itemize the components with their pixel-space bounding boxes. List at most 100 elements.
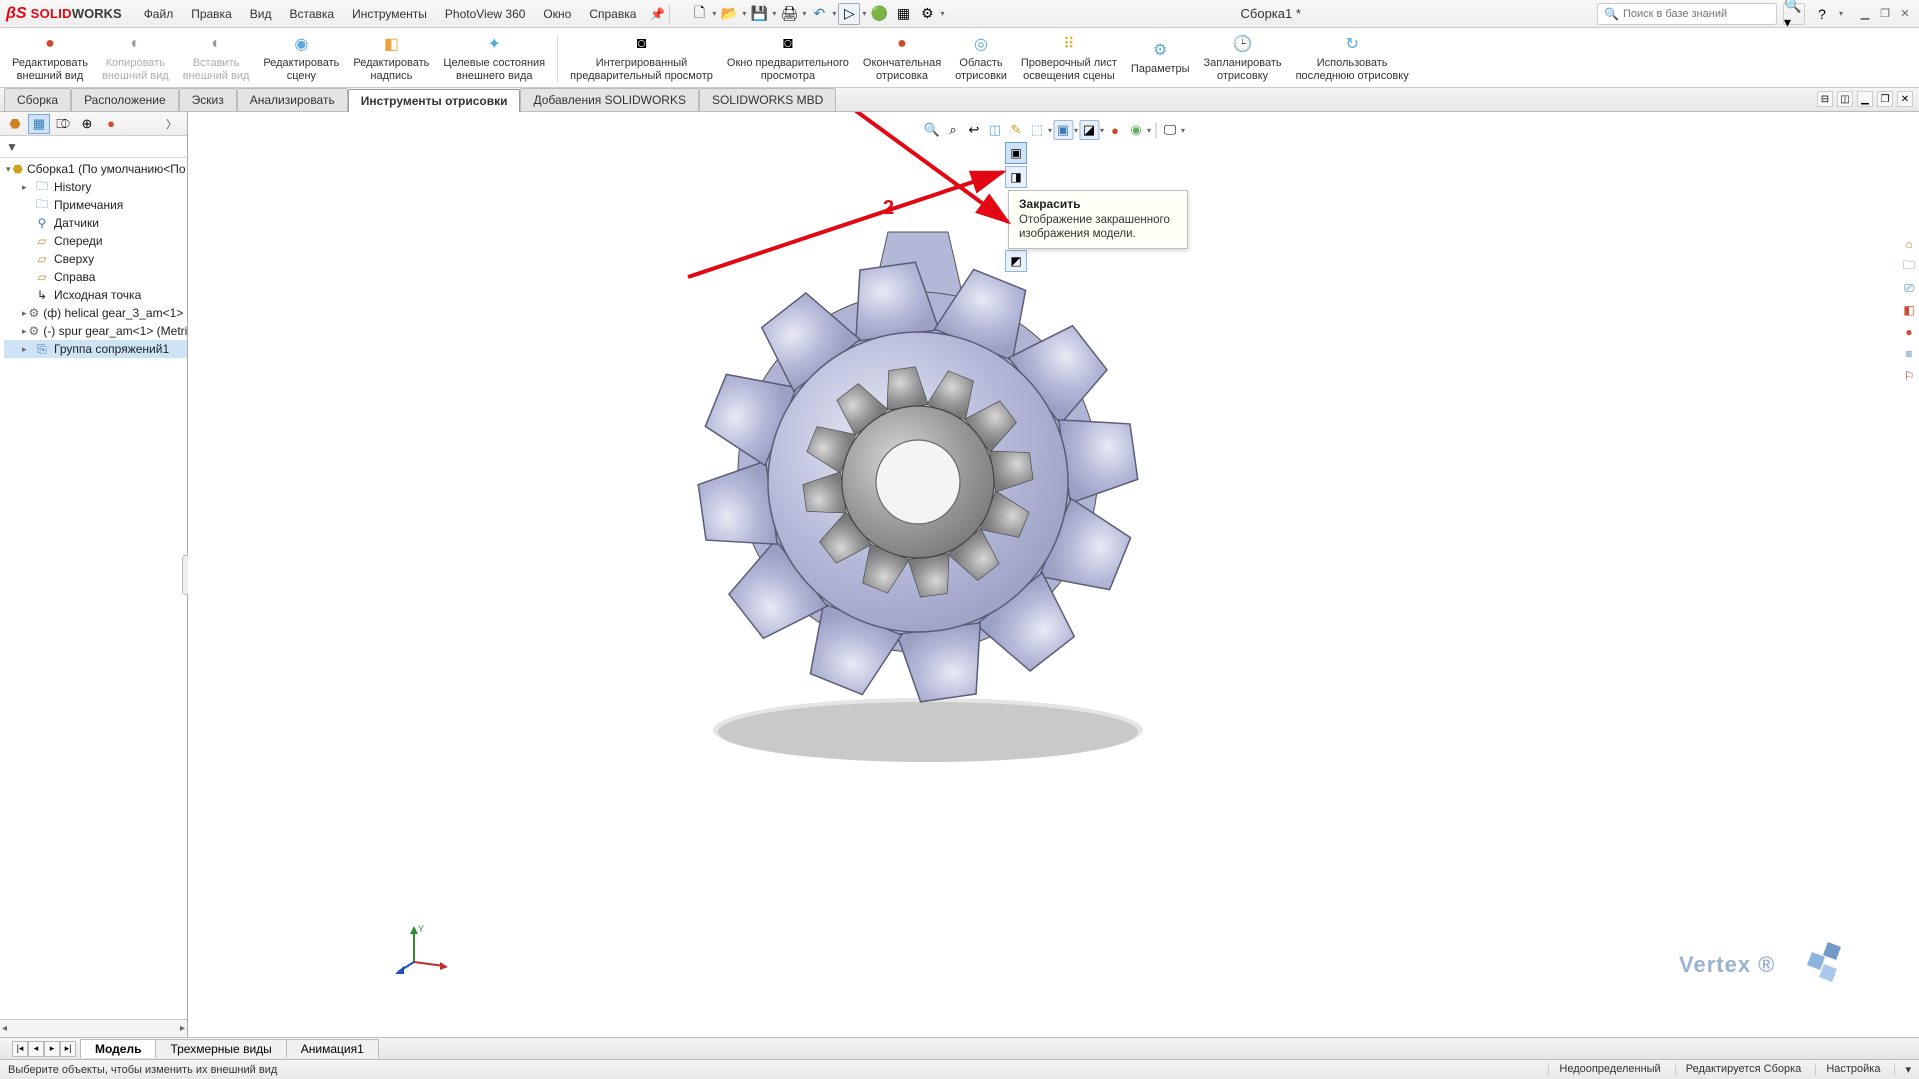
doc-ctrl-2-icon[interactable]: ◫ [1837, 91, 1853, 107]
tab-mbd[interactable]: SOLIDWORKS MBD [699, 88, 836, 111]
menu-help[interactable]: Справка [581, 3, 644, 25]
display-style-icon[interactable]: ▣ [1053, 120, 1073, 140]
tree-item-helical-gear[interactable]: ▸⚙(ф) helical gear_3_am<1> (Metric) [4, 304, 187, 322]
tree-item-label: (-) spur gear_am<1> (Metric) [43, 324, 187, 338]
bottom-tab-3d-views[interactable]: Трехмерные виды [155, 1039, 286, 1058]
tree-item-top[interactable]: ▱Сверху [4, 250, 187, 268]
menu-photoview[interactable]: PhotoView 360 [437, 3, 534, 25]
scene-icon[interactable]: ◉ [1126, 120, 1146, 140]
ribbon-integrated-preview[interactable]: ◙Интегрированный предварительный просмот… [564, 31, 719, 84]
ribbon-edit-scene[interactable]: ◉Редактировать сцену [257, 31, 345, 84]
open-icon[interactable]: 📂 [718, 3, 740, 25]
rebuild-icon[interactable]: 🟢 [868, 3, 890, 25]
tree-item-sensors[interactable]: ⚲Датчики [4, 214, 187, 232]
bottom-tab-animation1[interactable]: Анимация1 [286, 1039, 379, 1058]
taskpane-explorer-icon[interactable]: ⎚ [1899, 278, 1919, 298]
view-orient-icon[interactable]: ⬚ [1027, 120, 1047, 140]
ribbon-edit-appearance[interactable]: ●Редактировать внешний вид [6, 31, 94, 84]
tab-nav-last-icon[interactable]: ▸| [60, 1041, 76, 1057]
tree-item-right[interactable]: ▱Справа [4, 268, 187, 286]
graphics-viewport[interactable]: 🔍 ⌕ ↩ ◫ ✎ ⬚▾ ▣▾ ◪▾ ● ◉▾ 🖵▾ ▣ ◨ ◩ Закраси… [188, 112, 1919, 1037]
menu-view[interactable]: Вид [242, 3, 280, 25]
search-input[interactable] [1623, 8, 1770, 20]
tree-item-front[interactable]: ▱Спереди [4, 232, 187, 250]
ribbon-reuse-last-render[interactable]: ↻Использовать последнюю отрисовку [1290, 31, 1415, 84]
help-icon[interactable]: ? [1811, 3, 1833, 25]
tab-sketch[interactable]: Эскиз [179, 88, 237, 111]
tree-item-annotations[interactable]: 🗀Примечания [4, 196, 187, 214]
taskpane-appearance-icon[interactable]: ● [1899, 322, 1919, 342]
expand-arrow-icon[interactable]: 〉 [160, 114, 183, 134]
pin-icon[interactable]: 📌 [650, 7, 665, 21]
menu-window[interactable]: Окно [535, 3, 579, 25]
menu-tools[interactable]: Инструменты [344, 3, 435, 25]
tab-nav-first-icon[interactable]: |◂ [12, 1041, 28, 1057]
new-icon[interactable]: 🗋 [688, 3, 710, 25]
doc-ctrl-1-icon[interactable]: ⊟ [1817, 91, 1833, 107]
menu-file[interactable]: Файл [136, 3, 182, 25]
ribbon-schedule-render[interactable]: 🕒Запланировать отрисовку [1198, 31, 1288, 84]
doc-min-icon[interactable]: ▁ [1857, 91, 1873, 107]
tree-tab-config-icon[interactable]: ▦ [28, 114, 50, 134]
appearance-icon[interactable]: ● [1105, 120, 1125, 140]
panel-scrollbar[interactable]: ◂▸ [0, 1019, 187, 1037]
tab-addins[interactable]: Добавления SOLIDWORKS [520, 88, 699, 111]
ribbon-edit-decal[interactable]: ◧Редактировать надпись [347, 31, 435, 84]
tree-item-mates[interactable]: ▸⎘Группа сопряжений1 [4, 340, 187, 358]
search-box[interactable]: 🔍 [1597, 3, 1777, 25]
dyn-edit-icon[interactable]: ✎ [1006, 120, 1026, 140]
ribbon-render-region[interactable]: ◎Область отрисовки [949, 31, 1013, 84]
prev-view-icon[interactable]: ↩ [964, 120, 984, 140]
tree-item-origin[interactable]: ↳Исходная точка [4, 286, 187, 304]
tree-filter[interactable]: ▼ [0, 136, 187, 158]
tab-nav-prev-icon[interactable]: ◂ [28, 1041, 44, 1057]
tab-assembly[interactable]: Сборка [4, 88, 71, 111]
taskpane-home-icon[interactable]: ⌂ [1899, 234, 1919, 254]
tab-evaluate[interactable]: Анализировать [237, 88, 348, 111]
tree-root[interactable]: ▾⬣Сборка1 (По умолчанию<По умолчанию>) [4, 160, 187, 178]
menu-edit[interactable]: Правка [183, 3, 240, 25]
tab-render-tools[interactable]: Инструменты отрисовки [348, 89, 521, 112]
ribbon-options[interactable]: ⚙Параметры [1125, 37, 1196, 78]
doc-max-icon[interactable]: ❐ [1877, 91, 1893, 107]
save-icon[interactable]: 💾 [748, 3, 770, 25]
tree-tab-prop-icon[interactable]: ⎄ [52, 114, 74, 134]
close-icon[interactable]: ✕ [1897, 6, 1913, 22]
taskpane-library-icon[interactable]: 🗀 [1899, 256, 1919, 276]
options-icon[interactable]: ⚙ [916, 3, 938, 25]
bottom-tab-model[interactable]: Модель [80, 1039, 156, 1058]
taskpane-view-icon[interactable]: ◧ [1899, 300, 1919, 320]
taskpane-props-icon[interactable]: ≡ [1899, 344, 1919, 364]
tree-item-spur-gear[interactable]: ▸⚙(-) spur gear_am<1> (Metric) [4, 322, 187, 340]
tab-layout[interactable]: Расположение [71, 88, 179, 111]
orientation-triad[interactable]: Y [394, 922, 450, 981]
zoom-area-icon[interactable]: ⌕ [943, 120, 963, 140]
restore-icon[interactable]: ❐ [1877, 6, 1893, 22]
hide-show-icon[interactable]: ◪ [1079, 120, 1099, 140]
tree-item-history[interactable]: ▸🗀History [4, 178, 187, 196]
taskpane-forum-icon[interactable]: ⚐ [1899, 366, 1919, 386]
tab-nav-next-icon[interactable]: ▸ [44, 1041, 60, 1057]
section-view-icon[interactable]: ◫ [985, 120, 1005, 140]
status-customize[interactable]: Настройка [1815, 1063, 1880, 1076]
undo-icon[interactable]: ↶ [808, 3, 830, 25]
select-icon[interactable]: ▷ [838, 3, 860, 25]
view-settings-icon[interactable]: 🖵 [1160, 120, 1180, 140]
search-dropdown-icon[interactable]: 🔍▾ [1783, 3, 1805, 25]
tree-tab-feature-icon[interactable]: ⬣ [4, 114, 26, 134]
status-dropdown-icon[interactable]: ▾ [1894, 1063, 1911, 1076]
zoom-fit-icon[interactable]: 🔍 [922, 120, 942, 140]
menu-insert[interactable]: Вставка [281, 3, 342, 25]
ribbon-preview-window[interactable]: ◙Окно предварительного просмотра [721, 31, 855, 84]
minimize-icon[interactable]: ▁ [1857, 6, 1873, 22]
model-gear [608, 162, 1228, 785]
doc-close-icon[interactable]: ✕ [1897, 91, 1913, 107]
flyout-shaded-edges-icon[interactable]: ▣ [1005, 142, 1027, 164]
ribbon-target-states[interactable]: ✦Целевые состояния внешнего вида [437, 31, 551, 84]
print-icon[interactable]: 🖨 [778, 3, 800, 25]
ribbon-lighting-proof[interactable]: ⠿Проверочный лист освещения сцены [1015, 31, 1123, 84]
ribbon-final-render[interactable]: ●Окончательная отрисовка [857, 31, 947, 84]
layout-icon[interactable]: ▦ [892, 3, 914, 25]
tree-tab-origin-icon[interactable]: ⊕ [76, 114, 98, 134]
tree-tab-appearance-icon[interactable]: ● [100, 114, 122, 134]
